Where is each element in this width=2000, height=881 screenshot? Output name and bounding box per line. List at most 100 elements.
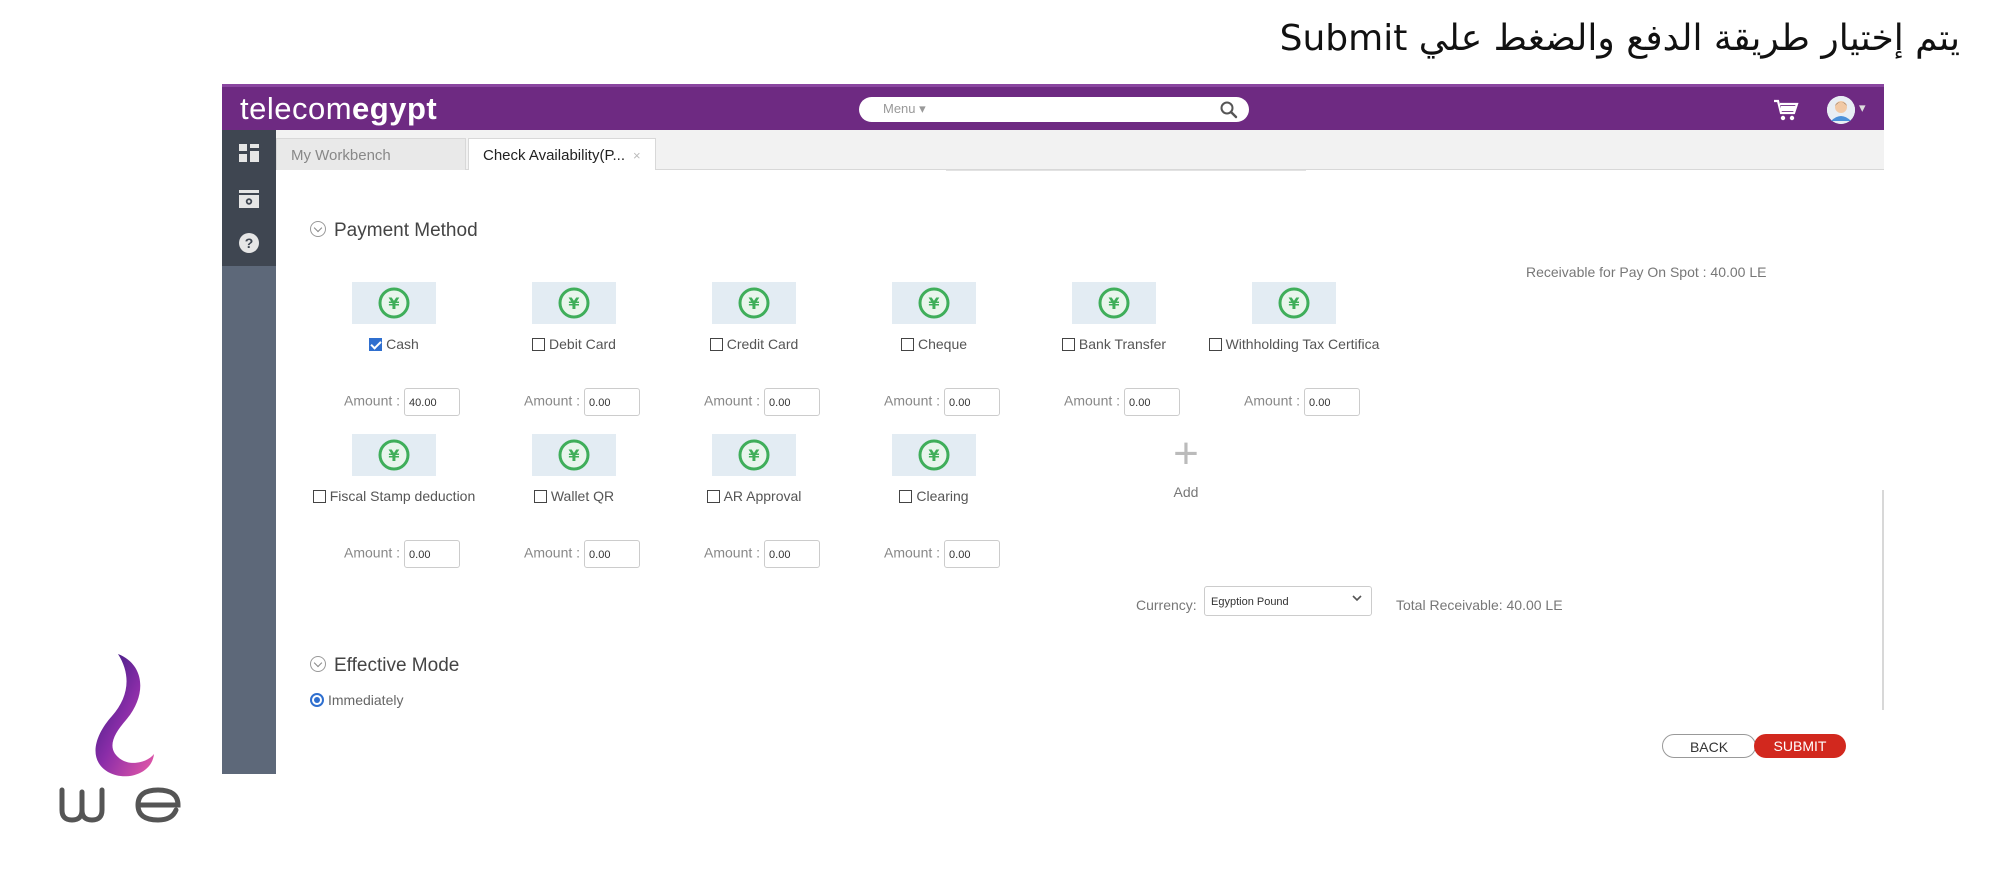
add-label: Add (1173, 484, 1199, 500)
payment-method-label: AR Approval (723, 488, 802, 504)
payment-method-tile[interactable]: ¥ (1072, 282, 1156, 324)
brand-logo: telecomegypt (240, 91, 437, 127)
divider (946, 170, 1306, 171)
tab-my-workbench[interactable]: My Workbench (276, 138, 466, 170)
chevron-down-icon (1352, 595, 1362, 602)
checkbox[interactable] (900, 338, 914, 351)
yen-coin-icon: ¥ (1098, 287, 1130, 319)
amount-field-bank-transfer: Amount :0.00 (1064, 388, 1181, 416)
tab-label: Check Availability(P... (483, 147, 626, 164)
tab-check-availability[interactable]: Check Availability(P... × (468, 138, 656, 171)
amount-input[interactable]: 0.00 (404, 540, 461, 568)
payment-method-label: Withholding Tax Certifica (1225, 336, 1380, 352)
payment-method-header[interactable]: Payment Method (310, 220, 478, 242)
avatar-caret-icon[interactable]: ▾ (1859, 100, 1866, 116)
payment-method-option[interactable]: Debit Card (482, 336, 666, 352)
amount-field-cheque: Amount :0.00 (884, 388, 1001, 416)
amount-label: Amount : (344, 392, 401, 409)
amount-input[interactable]: 0.00 (944, 388, 1001, 416)
checkbox[interactable] (706, 490, 720, 503)
amount-input[interactable]: 0.00 (584, 388, 641, 416)
checkbox[interactable] (1061, 338, 1075, 351)
payment-method-tile[interactable]: ¥ (892, 434, 976, 476)
amount-field-clearing: Amount :0.00 (884, 540, 1001, 568)
menu-search-bar[interactable]: Menu ▾ (859, 97, 1249, 122)
yen-coin-icon: ¥ (918, 439, 950, 471)
amount-input[interactable]: 0.00 (944, 540, 1001, 568)
payment-method-option[interactable]: AR Approval (662, 488, 846, 504)
help-icon[interactable]: ? (236, 230, 262, 256)
amount-input[interactable]: 0.00 (764, 388, 821, 416)
menu-label[interactable]: Menu ▾ (883, 101, 926, 117)
checkbox[interactable] (369, 338, 383, 351)
app-window: telecomegypt Menu ▾ ▾ ? My Workbench Che… (222, 84, 1884, 774)
amount-input[interactable]: 0.00 (1304, 388, 1361, 416)
payment-method-option[interactable]: Clearing (842, 488, 1026, 504)
close-icon[interactable]: × (633, 148, 641, 163)
amount-input[interactable]: 0.00 (764, 540, 821, 568)
effective-mode-header[interactable]: Effective Mode (310, 655, 459, 677)
svg-text:¥: ¥ (1288, 294, 1299, 313)
payment-method-option[interactable]: Fiscal Stamp deduction (302, 488, 486, 504)
scrollbar-edge[interactable] (1882, 490, 1884, 710)
amount-label: Amount : (884, 544, 941, 561)
payment-method-label: Debit Card (549, 336, 616, 352)
add-payment-method-button[interactable]: + Add (1156, 432, 1216, 501)
amount-label: Amount : (1244, 392, 1301, 409)
amount-field-wallet-qr: Amount :0.00 (524, 540, 641, 568)
payment-method-tile[interactable]: ¥ (352, 282, 436, 324)
radio-button[interactable] (310, 693, 324, 707)
payment-method-label: Bank Transfer (1078, 336, 1167, 352)
payment-method-tile[interactable]: ¥ (532, 282, 616, 324)
svg-text:¥: ¥ (928, 446, 939, 465)
amount-input[interactable]: 40.00 (404, 388, 461, 416)
payment-method-tile[interactable]: ¥ (1252, 282, 1336, 324)
collapse-chevron-icon[interactable] (310, 221, 326, 237)
collapse-chevron-icon[interactable] (310, 656, 326, 672)
user-avatar[interactable] (1827, 96, 1855, 124)
checkbox[interactable] (709, 338, 723, 351)
cart-icon[interactable] (1772, 97, 1800, 123)
payment-method-label: Credit Card (726, 336, 799, 352)
svg-text:¥: ¥ (388, 446, 399, 465)
submit-button[interactable]: SUBMIT (1754, 734, 1846, 758)
amount-field-credit-card: Amount :0.00 (704, 388, 821, 416)
payment-method-option[interactable]: Wallet QR (482, 488, 666, 504)
checkbox[interactable] (312, 490, 326, 503)
checkbox[interactable] (533, 490, 547, 503)
payment-method-tile[interactable]: ¥ (712, 282, 796, 324)
amount-input[interactable]: 0.00 (584, 540, 641, 568)
search-icon[interactable] (1219, 100, 1239, 120)
total-receivable: Total Receivable: 40.00 LE (1396, 597, 1563, 613)
payment-method-tile[interactable]: ¥ (712, 434, 796, 476)
payment-method-tile[interactable]: ¥ (352, 434, 436, 476)
amount-input[interactable]: 0.00 (1124, 388, 1181, 416)
payment-method-option[interactable]: Bank Transfer (1022, 336, 1206, 352)
payment-method-option[interactable]: Cheque (842, 336, 1026, 352)
yen-coin-icon: ¥ (738, 287, 770, 319)
amount-label: Amount : (704, 544, 761, 561)
tab-bar: My Workbench Check Availability(P... × (276, 130, 1884, 171)
svg-text:¥: ¥ (928, 294, 939, 313)
payment-method-tile[interactable]: ¥ (892, 282, 976, 324)
currency-select[interactable]: Egyption Pound (1204, 586, 1372, 616)
payment-method-tile[interactable]: ¥ (532, 434, 616, 476)
effective-mode-option[interactable]: Immediately (310, 692, 403, 708)
checkbox[interactable] (899, 490, 913, 503)
dashboard-icon[interactable] (236, 140, 262, 166)
payment-method-label: Cash (386, 336, 419, 352)
svg-text:¥: ¥ (568, 446, 579, 465)
payment-method-option[interactable]: Cash (302, 336, 486, 352)
amount-label: Amount : (524, 392, 581, 409)
payment-method-option[interactable]: Withholding Tax Certifica (1202, 336, 1386, 352)
payment-method-option[interactable]: Credit Card (662, 336, 846, 352)
checkbox[interactable] (1208, 338, 1222, 351)
archive-icon[interactable] (236, 186, 262, 212)
back-button[interactable]: BACK (1662, 734, 1756, 758)
amount-label: Amount : (344, 544, 401, 561)
plus-icon[interactable]: + (1156, 432, 1216, 476)
svg-text:¥: ¥ (748, 294, 759, 313)
payment-method-label: Cheque (917, 336, 968, 352)
top-header: telecomegypt Menu ▾ ▾ (222, 84, 1884, 130)
checkbox[interactable] (532, 338, 546, 351)
